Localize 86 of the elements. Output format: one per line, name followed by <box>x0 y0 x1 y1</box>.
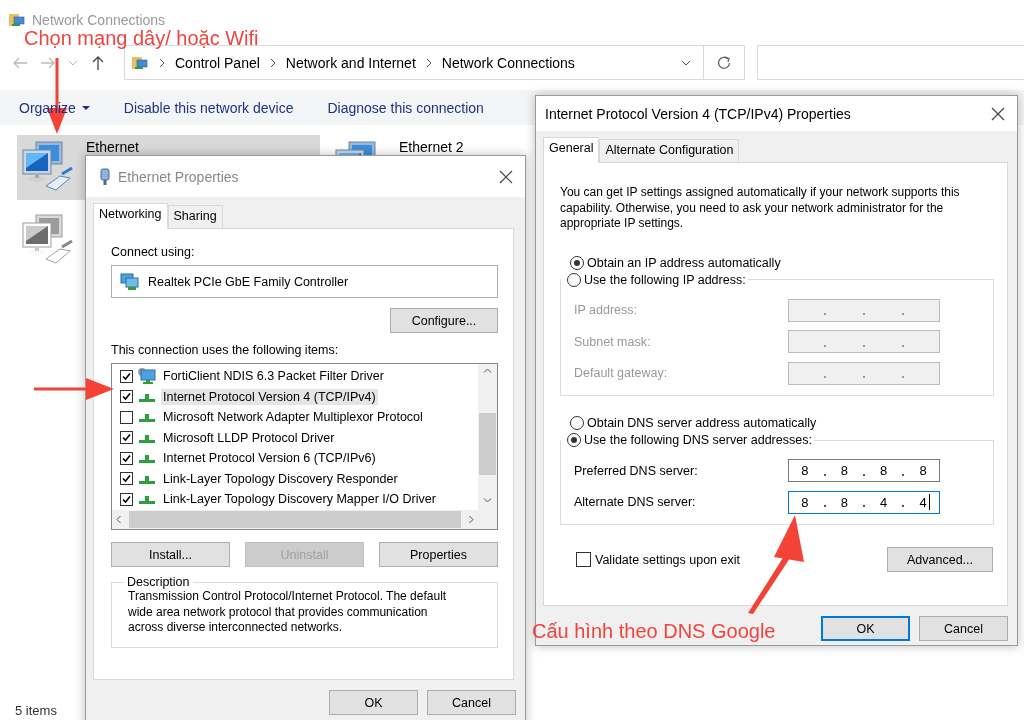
validate-checkbox[interactable]: Validate settings upon exit <box>576 552 740 567</box>
list-item[interactable]: Internet Protocol Version 6 (TCP/IPv6) <box>161 450 378 467</box>
radio-option[interactable]: Use the following DNS server addresses: <box>567 433 812 447</box>
list-item[interactable]: Link-Layer Topology Discovery Responder <box>161 470 400 487</box>
breadcrumb-item[interactable]: Control Panel <box>175 54 260 71</box>
protocol-icon <box>139 496 155 505</box>
caret-icon <box>81 105 90 110</box>
field-label: IP address: <box>574 303 637 318</box>
command-button[interactable]: Diagnose this connection <box>327 99 484 116</box>
dialog-button[interactable]: Cancel <box>427 690 516 715</box>
list-item[interactable]: FortiClient NDIS 6.3 Packet Filter Driver <box>161 368 386 385</box>
command-button[interactable]: Disable this network device <box>123 99 294 116</box>
network-adapter-icon <box>120 272 140 291</box>
status-text: 5 items <box>15 703 57 718</box>
field-label: Subnet mask: <box>574 334 651 349</box>
scroll-left-icon[interactable] <box>116 515 121 524</box>
chevron-right-icon <box>159 57 165 68</box>
horizontal-scrollbar[interactable] <box>112 510 478 529</box>
checkbox[interactable] <box>120 369 133 383</box>
protocol-icon <box>139 414 155 423</box>
ip-address-field[interactable]: 8 8 4 4 <box>788 490 940 514</box>
checkbox[interactable] <box>120 390 133 404</box>
configure-button[interactable]: Configure... <box>390 308 498 333</box>
scroll-thumb[interactable] <box>129 511 461 528</box>
refresh-button[interactable] <box>704 45 745 80</box>
breadcrumb-item[interactable]: Network Connections <box>441 54 575 71</box>
scroll-down-icon[interactable] <box>483 498 492 503</box>
dialog-title: Ethernet Properties <box>118 168 239 185</box>
tab[interactable]: General <box>543 137 600 163</box>
radio-option[interactable]: Obtain DNS server address automatically <box>560 416 994 430</box>
checkbox[interactable] <box>120 492 133 506</box>
tab[interactable]: Networking <box>93 203 168 229</box>
chevron-down-icon[interactable] <box>681 59 691 66</box>
dialog-button[interactable]: OK <box>821 616 910 641</box>
protocol-icon <box>139 434 155 443</box>
protocol-icon <box>139 393 155 402</box>
vertical-scrollbar[interactable] <box>478 364 497 529</box>
close-icon[interactable] <box>499 169 513 184</box>
dialog-title: Internet Protocol Version 4 (TCP/IPv4) Properties <box>545 105 851 122</box>
chevron-right-icon <box>425 57 432 68</box>
back-icon[interactable] <box>12 56 28 69</box>
checkbox[interactable] <box>120 451 133 465</box>
ip-address-field[interactable]: 8 8 8 8 <box>788 459 940 483</box>
dialog-button[interactable]: Cancel <box>919 616 1008 641</box>
forward-icon[interactable] <box>40 56 56 69</box>
window-title: Network Connections <box>32 12 166 28</box>
breadcrumb-item[interactable]: Network and Internet <box>285 54 416 71</box>
search-field[interactable] <box>757 45 1024 80</box>
intro-text: You can get IP settings assigned automatically if your network supports this capability. Otherwise, you need to ask your network administrator for the appropriate IP settings. <box>560 185 961 232</box>
annotation-text: Cấu hình theo DNS Google <box>532 620 776 643</box>
monitor-icon <box>137 368 157 385</box>
tab[interactable]: Sharing <box>167 205 223 228</box>
adapter-field: Realtek PCIe GbE Family Controller <box>111 265 498 298</box>
field-label: Alternate DNS server: <box>574 495 696 510</box>
list-item[interactable]: Microsoft Network Adapter Multiplexor Protocol <box>161 409 425 426</box>
close-icon[interactable] <box>991 106 1005 121</box>
group-label: Description <box>126 575 191 589</box>
plug-icon <box>100 167 110 186</box>
scroll-right-icon[interactable] <box>469 515 474 524</box>
description-text: Transmission Control Protocol/Internet Protocol. The default wide area network protocol that provides communication across diverse interconnected networks. <box>127 589 448 636</box>
action-button[interactable]: Properties <box>379 542 498 567</box>
protocol-icon <box>139 475 155 484</box>
refresh-icon <box>717 55 731 70</box>
network-folder-icon <box>8 12 26 28</box>
scroll-thumb[interactable] <box>479 413 496 475</box>
checkbox[interactable] <box>120 431 133 445</box>
chevron-right-icon <box>269 57 276 68</box>
tab[interactable]: Alternate Configuration <box>599 139 740 162</box>
section-label: Connect using: <box>111 245 196 259</box>
section-label: This connection uses the following items: <box>111 343 340 357</box>
list-item[interactable]: Microsoft LLDP Protocol Driver <box>161 429 337 446</box>
field-label: Default gateway: <box>574 366 668 381</box>
network-folder-icon <box>131 54 149 71</box>
advanced-button[interactable]: Advanced... <box>887 547 993 572</box>
dialog-button[interactable]: OK <box>329 690 418 715</box>
checkbox[interactable] <box>120 410 133 424</box>
radio-option[interactable]: Use the following IP address: <box>567 272 746 287</box>
list-item[interactable]: Internet Protocol Version 4 (TCP/IPv4) <box>161 388 378 405</box>
radio-option[interactable]: Obtain an IP address automatically <box>560 255 994 270</box>
up-icon[interactable] <box>92 54 104 71</box>
list-item[interactable]: Link-Layer Topology Discovery Mapper I/O Driver <box>161 491 438 508</box>
protocol-icon <box>139 455 155 464</box>
field-label: Preferred DNS server: <box>574 463 698 478</box>
scroll-up-icon[interactable] <box>483 368 492 373</box>
action-button[interactable]: Install... <box>111 542 230 567</box>
checkbox[interactable] <box>120 472 133 486</box>
